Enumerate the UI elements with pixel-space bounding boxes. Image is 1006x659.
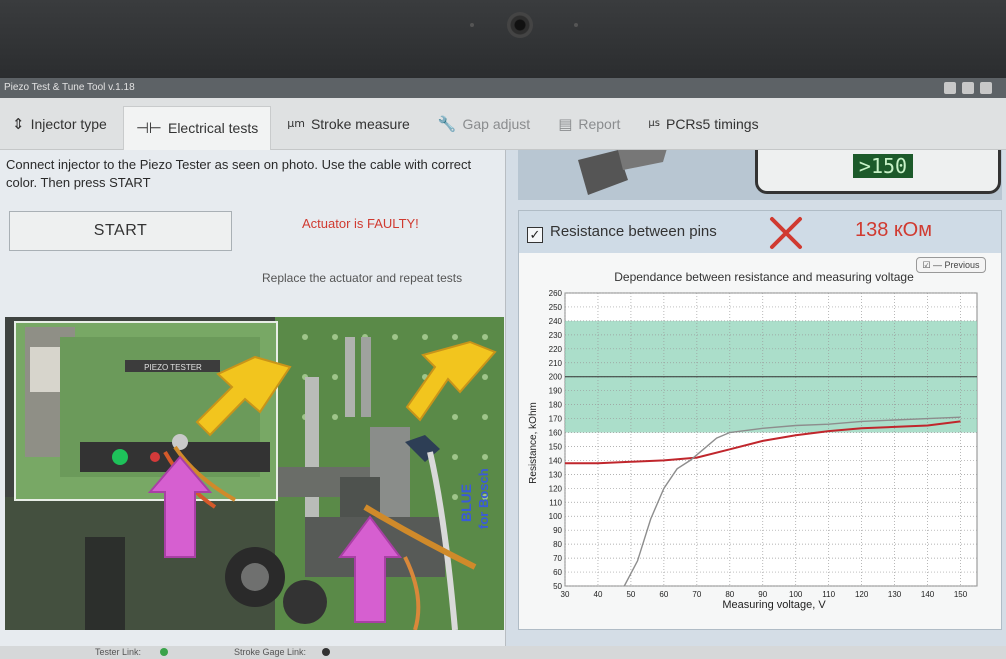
x-tick-label: 70 xyxy=(692,590,701,599)
close-button[interactable] xyxy=(980,82,992,94)
tab-injector-type[interactable]: ⇕ Injector type xyxy=(0,104,119,144)
x-tick-label: 120 xyxy=(855,590,869,599)
y-tick-label: 170 xyxy=(549,415,563,424)
stroke-link-indicator xyxy=(322,648,330,656)
device-label: PIEZO TESTER xyxy=(144,363,202,372)
y-tick-label: 150 xyxy=(549,442,563,451)
y-tick-label: 230 xyxy=(549,331,563,340)
minimize-button[interactable] xyxy=(944,82,956,94)
y-tick-label: 220 xyxy=(549,345,563,354)
y-axis-label: Resistance, kOhm xyxy=(528,402,539,484)
injector-photo-thumb xyxy=(578,150,667,195)
x-tick-label: 130 xyxy=(888,590,902,599)
bezel-dot xyxy=(470,23,474,27)
y-tick-label: 90 xyxy=(553,526,562,535)
laptop-bezel xyxy=(0,0,1006,78)
x-tick-label: 80 xyxy=(725,590,734,599)
wrench-icon: 🔧 xyxy=(437,114,457,133)
y-tick-label: 210 xyxy=(549,359,563,368)
y-tick-label: 190 xyxy=(549,387,563,396)
application-window: Piezo Test & Tune Tool v.1.18 ⇕ Injector… xyxy=(0,78,1006,659)
tester-link-indicator xyxy=(160,648,168,656)
tab-label: Stroke measure xyxy=(310,115,410,132)
tab-label: PCRs5 timings xyxy=(665,115,759,132)
fault-message: Actuator is FAULTY! xyxy=(302,216,419,231)
y-tick-label: 130 xyxy=(549,470,563,479)
tab-report[interactable]: ▤ Report xyxy=(546,104,632,144)
lcd-display: >150 xyxy=(755,150,1001,194)
capacitance-card: >150 xyxy=(518,150,1002,200)
tab-stroke-measure[interactable]: μm Stroke measure xyxy=(275,104,422,144)
resistance-title: Resistance between pins xyxy=(550,223,717,240)
instruction-text: Connect injector to the Piezo Tester as … xyxy=(6,157,472,190)
cable-label-blue: BLUE xyxy=(458,484,474,522)
y-tick-label: 140 xyxy=(549,456,563,465)
resistance-chart-svg: Dependance between resistance and measur… xyxy=(528,270,978,611)
y-tick-label: 120 xyxy=(549,484,563,493)
x-tick-label: 30 xyxy=(561,590,570,599)
y-tick-label: 250 xyxy=(549,303,563,312)
report-icon: ▤ xyxy=(558,114,573,133)
x-tick-label: 140 xyxy=(921,590,935,599)
y-tick-label: 110 xyxy=(549,498,562,507)
chart-title: Dependance between resistance and measur… xyxy=(614,270,914,284)
tab-electrical-tests[interactable]: ⊣⊢ Electrical tests xyxy=(122,105,272,150)
y-tick-label: 260 xyxy=(549,289,563,298)
x-tick-label: 100 xyxy=(789,590,803,599)
x-tick-label: 110 xyxy=(822,590,835,599)
resistor-icon: ⊣⊢ xyxy=(135,119,162,137)
tab-gap-adjust[interactable]: 🔧 Gap adjust xyxy=(426,104,542,144)
y-tick-label: 50 xyxy=(553,582,562,591)
timing-icon: μs xyxy=(648,118,660,129)
x-tick-label: 40 xyxy=(594,590,603,599)
y-tick-label: 160 xyxy=(549,429,563,438)
resistance-checkbox[interactable]: ✓ xyxy=(527,227,543,243)
right-panel: >150 ✓ Resistance between pins 138 кОм ☑… xyxy=(505,150,1006,646)
y-tick-label: 60 xyxy=(553,568,562,577)
fail-x-icon xyxy=(770,217,802,249)
title-bar: Piezo Test & Tune Tool v.1.18 xyxy=(0,78,1006,98)
tab-pcrs5-timings[interactable]: μs PCRs5 timings xyxy=(636,104,770,144)
y-tick-label: 80 xyxy=(553,540,562,549)
connection-photo: PIEZO TESTER BLUE for Bosch xyxy=(5,317,504,630)
x-axis-label: Measuring voltage, V xyxy=(722,599,826,611)
connection-photo-drawing: PIEZO TESTER BLUE for Bosch xyxy=(5,317,504,630)
tab-label: Injector type xyxy=(30,115,107,132)
y-tick-label: 240 xyxy=(549,317,563,326)
x-tick-label: 50 xyxy=(626,590,635,599)
lcd-value: >150 xyxy=(853,154,913,178)
y-tick-label: 180 xyxy=(549,401,563,410)
advice-text: Replace the actuator and repeat tests xyxy=(262,271,463,285)
y-tick-label: 70 xyxy=(553,554,562,563)
stroke-link-label: Stroke Gage Link: xyxy=(234,647,307,657)
bezel-dot xyxy=(574,23,578,27)
x-tick-label: 90 xyxy=(758,590,767,599)
tab-label: Gap adjust xyxy=(462,115,531,132)
x-tick-label: 60 xyxy=(659,590,668,599)
micrometer-icon: μm xyxy=(287,117,305,130)
resistance-panel: ✓ Resistance between pins 138 кОм ☑ — Pr… xyxy=(518,210,1002,630)
x-tick-label: 150 xyxy=(954,590,968,599)
y-tick-label: 100 xyxy=(549,512,563,521)
left-panel: Connect injector to the Piezo Tester as … xyxy=(0,150,505,646)
window-title: Piezo Test & Tune Tool v.1.18 xyxy=(4,82,135,93)
y-tick-label: 200 xyxy=(549,373,563,382)
maximize-button[interactable] xyxy=(962,82,974,94)
sliders-icon: ⇕ xyxy=(12,114,25,133)
start-button[interactable]: START xyxy=(9,211,232,251)
status-bar: Tester Link: Stroke Gage Link: xyxy=(0,646,1006,659)
resistance-value: 138 кОм xyxy=(855,219,932,241)
resistance-chart: ☑ — Previous Dependance between resistan… xyxy=(519,253,1001,629)
webcam xyxy=(507,12,533,38)
tab-label: Report xyxy=(578,115,621,132)
previous-toggle[interactable]: ☑ — Previous xyxy=(916,257,986,273)
cable-label-bosch: for Bosch xyxy=(476,468,491,529)
main-content: Connect injector to the Piezo Tester as … xyxy=(0,150,1006,646)
tab-label: Electrical tests xyxy=(167,120,259,136)
tester-link-label: Tester Link: xyxy=(95,647,142,657)
previous-label: Previous xyxy=(944,260,980,270)
tab-bar: ⇕ Injector type ⊣⊢ Electrical tests μm S… xyxy=(0,98,1006,150)
